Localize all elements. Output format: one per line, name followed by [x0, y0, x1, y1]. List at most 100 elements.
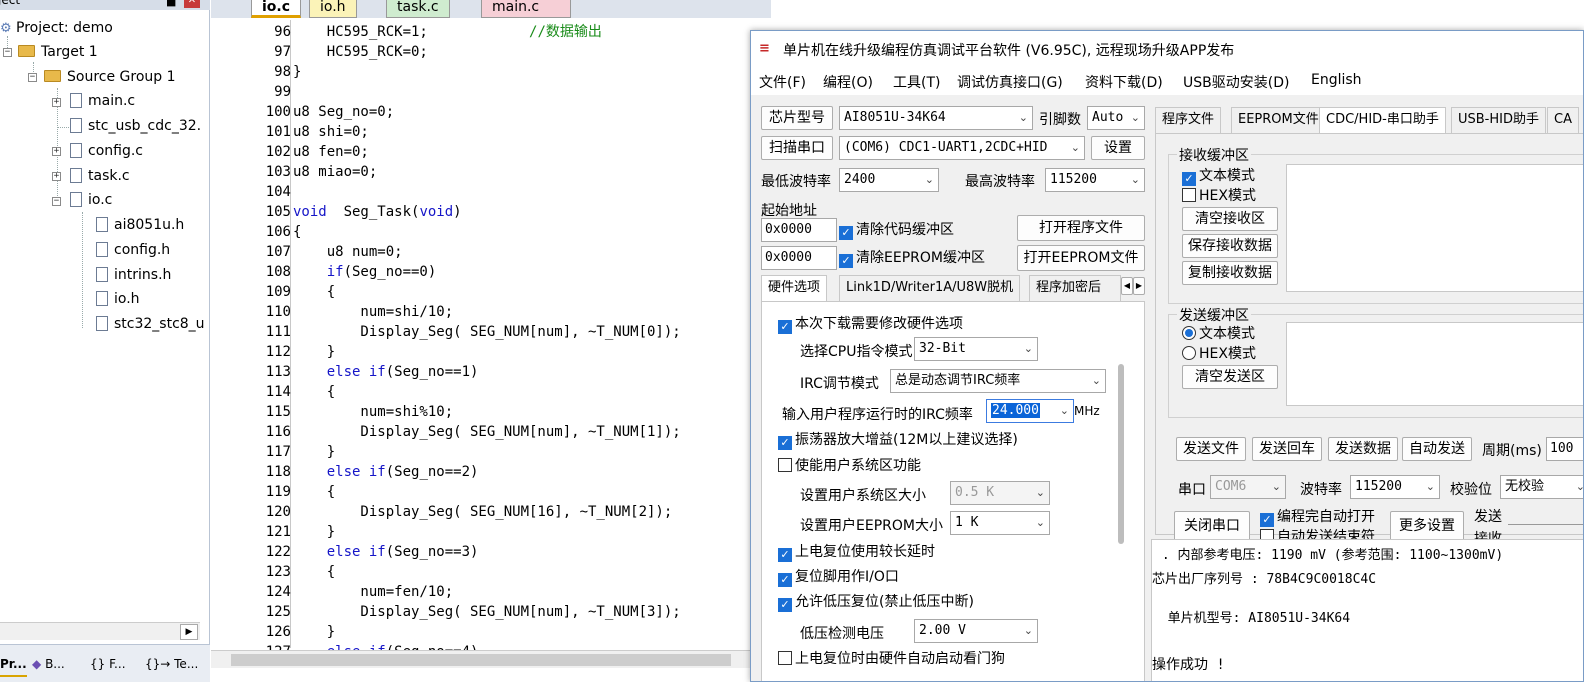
code-line[interactable]: { — [293, 482, 335, 502]
tree-group[interactable]: Source Group 1 — [44, 66, 176, 88]
copy-receive-button[interactable]: 复制接收数据 — [1182, 261, 1278, 285]
tab-encrypt[interactable]: 程序加密后 — [1029, 275, 1121, 301]
pin-icon[interactable]: ■ — [166, 0, 176, 8]
long-delay-checkbox[interactable]: ✓ 上电复位使用较长延时 — [778, 542, 935, 562]
code-line[interactable]: } — [293, 622, 335, 642]
lvr-checkbox[interactable]: ✓ 允许低压复位(禁止低压中断) — [778, 592, 974, 612]
open-program-file-button[interactable]: 打开程序文件 — [1017, 215, 1145, 241]
menu-download[interactable]: 资料下载(D) — [1085, 72, 1163, 92]
serial-port-select[interactable]: COM6 ⌄ — [1210, 475, 1286, 499]
expand-icon[interactable]: + — [52, 172, 61, 181]
min-baud-select[interactable]: 2400 ⌄ — [839, 168, 939, 192]
menu-file[interactable]: 文件(F) — [759, 72, 806, 92]
tree-target[interactable]: Target 1 — [18, 41, 98, 63]
max-baud-select[interactable]: 115200 ⌄ — [1045, 168, 1145, 192]
auto-send-button[interactable]: 自动发送 — [1402, 437, 1472, 461]
project-hscrollbar[interactable]: ▶ — [0, 622, 200, 640]
tx-text-mode-radio[interactable]: 文本模式 — [1182, 324, 1255, 344]
tree-file-main[interactable]: main.c — [70, 90, 135, 112]
period-input[interactable]: 100 — [1546, 437, 1583, 461]
code-line[interactable]: if(Seg_no==0) — [293, 262, 437, 282]
clear-send-button[interactable]: 清空发送区 — [1182, 365, 1278, 389]
tab-io-h[interactable]: io.h — [309, 0, 357, 18]
menu-english[interactable]: English — [1311, 72, 1362, 88]
osc-gain-checkbox[interactable]: ✓ 振荡器放大增益(12M以上建议选择) — [778, 430, 1018, 450]
lv-select[interactable]: 2.00 V ⌄ — [914, 619, 1038, 643]
send-file-button[interactable]: 发送文件 — [1176, 437, 1246, 461]
tab-serial-assistant[interactable]: CDC/HID-串口助手 — [1319, 107, 1446, 134]
clear-eeprom-checkbox[interactable]: ✓ 清除EEPROM缓冲区 — [839, 248, 985, 268]
code-line[interactable]: u8 num=0; — [293, 242, 403, 262]
more-settings-button[interactable]: 更多设置 — [1390, 511, 1464, 541]
tree-header-config[interactable]: config.h — [96, 239, 170, 261]
menu-program[interactable]: 编程(O) — [823, 72, 873, 92]
tree-file-task[interactable]: task.c — [70, 165, 130, 187]
save-receive-button[interactable]: 保存接收数据 — [1182, 234, 1278, 258]
user-sys-size-select[interactable]: 0.5 K ⌄ — [950, 481, 1050, 505]
clear-receive-button[interactable]: 清空接收区 — [1182, 207, 1278, 231]
tree-file-config[interactable]: config.c — [70, 140, 143, 162]
tab-functions[interactable]: {} F... — [90, 651, 126, 677]
collapse-icon[interactable]: − — [52, 197, 61, 206]
code-line[interactable]: u8 Seg_no=0; — [293, 102, 394, 122]
scan-port-button[interactable]: 扫描串口 — [761, 136, 833, 160]
code-line[interactable]: num=shi%10; — [293, 402, 453, 422]
tab-ca[interactable]: CA — [1547, 107, 1579, 133]
eeprom-address-input[interactable]: 0x0000 — [761, 246, 837, 270]
code-line[interactable]: Display_Seg( SEG_NUM[16], ~T_NUM[2]); — [293, 502, 672, 522]
chip-model-button[interactable]: 芯片型号 — [761, 106, 833, 130]
collapse-icon[interactable]: − — [3, 48, 12, 57]
tab-templates[interactable]: {}→ Te... — [145, 651, 198, 677]
baud-select[interactable]: 115200 ⌄ — [1350, 475, 1440, 499]
tab-scroll-right-icon[interactable]: ▶ — [1133, 277, 1145, 295]
tree-header-ai8051u[interactable]: ai8051u.h — [96, 214, 184, 236]
code-line[interactable]: } — [293, 442, 335, 462]
expand-icon[interactable]: + — [52, 98, 61, 107]
editor-hscrollbar[interactable] — [211, 650, 751, 668]
code-line[interactable]: num=shi/10; — [293, 302, 453, 322]
hw-scroll-thumb[interactable] — [1118, 364, 1124, 544]
wdt-checkbox[interactable]: 上电复位时由硬件自动启动看门狗 — [778, 649, 1005, 669]
menu-usb-driver[interactable]: USB驱动安装(D) — [1183, 72, 1289, 92]
rx-hex-mode-checkbox[interactable]: HEX模式 — [1182, 186, 1256, 206]
code-line[interactable]: else if(Seg_no==1) — [293, 362, 479, 382]
code-line[interactable]: { — [293, 562, 335, 582]
modify-hw-checkbox[interactable]: ✓ 本次下载需要修改硬件选项 — [778, 314, 963, 334]
code-line[interactable]: u8 fen=0; — [293, 142, 369, 162]
close-port-button[interactable]: 关闭串口 — [1174, 511, 1250, 541]
reset-io-checkbox[interactable]: ✓ 复位脚用作I/O口 — [778, 567, 899, 587]
collapse-icon[interactable]: − — [28, 73, 37, 82]
pin-count-select[interactable]: Auto ⌄ — [1087, 106, 1145, 130]
code-line[interactable]: void Seg_Task(void) — [293, 202, 462, 222]
code-line[interactable]: Display_Seg( SEG_NUM[num], ~T_NUM[1]); — [293, 422, 680, 442]
tree-root[interactable]: ⚙ Project: demo — [0, 17, 113, 39]
tab-eeprom-file[interactable]: EEPROM文件 — [1231, 107, 1326, 133]
scroll-thumb[interactable] — [231, 654, 731, 666]
tab-project[interactable]: Pr... — [0, 651, 27, 677]
tree-header-intrins[interactable]: intrins.h — [96, 264, 171, 286]
code-line[interactable]: else if(Seg_no==3) — [293, 542, 479, 562]
menu-debug[interactable]: 调试仿真接口(G) — [957, 72, 1063, 92]
tab-task-c[interactable]: task.c — [386, 0, 450, 18]
tab-scroll-left-icon[interactable]: ◀ — [1121, 277, 1133, 295]
settings-button[interactable]: 设置 — [1091, 136, 1145, 160]
scroll-right-icon[interactable]: ▶ — [180, 624, 198, 640]
tab-program-file[interactable]: 程序文件 — [1155, 107, 1222, 133]
code-line[interactable]: u8 shi=0; — [293, 122, 369, 142]
tab-usb-hid[interactable]: USB-HID助手 — [1451, 107, 1546, 133]
tree-header-stc32[interactable]: stc32_stc8_u — [96, 313, 205, 335]
tab-offline[interactable]: Link1D/Writer1A/U8W脱机 — [839, 275, 1021, 301]
tree-file-usb[interactable]: stc_usb_cdc_32. — [70, 115, 201, 137]
code-line[interactable]: } — [293, 522, 335, 542]
open-eeprom-file-button[interactable]: 打开EEPROM文件 — [1017, 245, 1145, 271]
cpu-mode-select[interactable]: 32-Bit ⌄ — [914, 337, 1038, 361]
close-icon[interactable]: ✕ — [184, 0, 200, 8]
eeprom-size-select[interactable]: 1 K ⌄ — [950, 511, 1050, 535]
code-line[interactable]: u8 miao=0; — [293, 162, 377, 182]
irc-mode-select[interactable]: 总是动态调节IRC频率 ⌄ — [890, 369, 1106, 393]
code-line[interactable]: HC595_RCK=0; — [293, 42, 428, 62]
send-textarea[interactable] — [1286, 322, 1583, 406]
send-enter-button[interactable]: 发送回车 — [1252, 437, 1322, 461]
code-line[interactable]: { — [293, 222, 301, 242]
code-line[interactable]: { — [293, 382, 335, 402]
